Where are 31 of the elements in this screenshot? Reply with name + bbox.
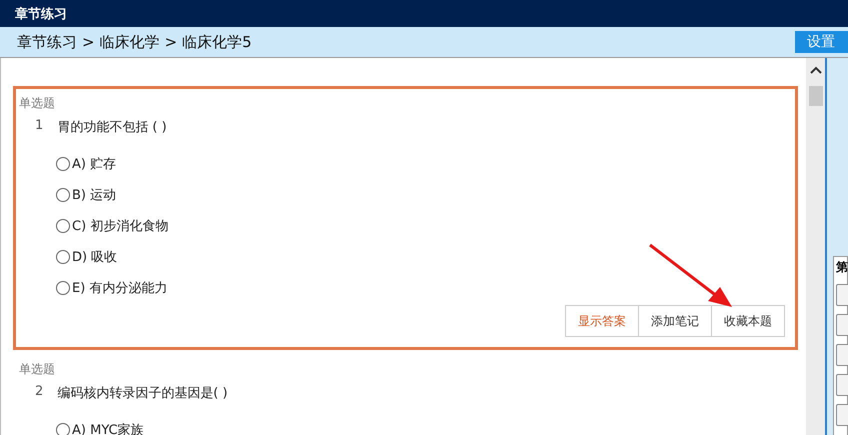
- question-text: 胃的功能不包括 ( ): [57, 119, 167, 136]
- settings-button[interactable]: 设置: [795, 31, 848, 53]
- window-title: 章节练习: [15, 6, 67, 22]
- question-type: 单选题: [19, 361, 56, 378]
- option-label[interactable]: D) 吸收: [72, 248, 118, 266]
- action-button[interactable]: 添加笔记: [638, 305, 712, 337]
- breadcrumb-item: >: [82, 32, 95, 52]
- option-label[interactable]: B) 运动: [72, 186, 116, 204]
- radio-button[interactable]: [56, 218, 70, 232]
- question-number: 1: [35, 118, 44, 135]
- breadcrumb-item: 临床化学: [100, 32, 160, 52]
- option-label[interactable]: C) 初步消化食物: [72, 216, 168, 234]
- question-text: 编码核内转录因子的基因是( ): [57, 385, 228, 402]
- radio-button[interactable]: [56, 156, 70, 170]
- question-type: 单选题: [19, 95, 56, 112]
- question-number: 2: [35, 384, 44, 401]
- breadcrumb-item: >: [164, 32, 178, 52]
- action-button[interactable]: 显示答案: [565, 305, 639, 337]
- option-label[interactable]: A) 贮存: [72, 154, 116, 172]
- answer-card-title: 第: [836, 259, 847, 276]
- radio-button[interactable]: [56, 188, 70, 202]
- scrollbar[interactable]: [806, 58, 825, 435]
- action-button[interactable]: 收藏本题: [711, 305, 785, 337]
- radio-button[interactable]: [56, 250, 70, 264]
- scroll-up-icon[interactable]: [810, 66, 822, 74]
- option-label[interactable]: E) 有内分泌能力: [72, 278, 168, 296]
- breadcrumb-item: 临床化学5: [182, 32, 252, 52]
- breadcrumb-item: 章节练习: [17, 32, 77, 52]
- radio-button[interactable]: [56, 422, 70, 435]
- radio-button[interactable]: [56, 280, 70, 294]
- scroll-thumb[interactable]: [808, 86, 822, 106]
